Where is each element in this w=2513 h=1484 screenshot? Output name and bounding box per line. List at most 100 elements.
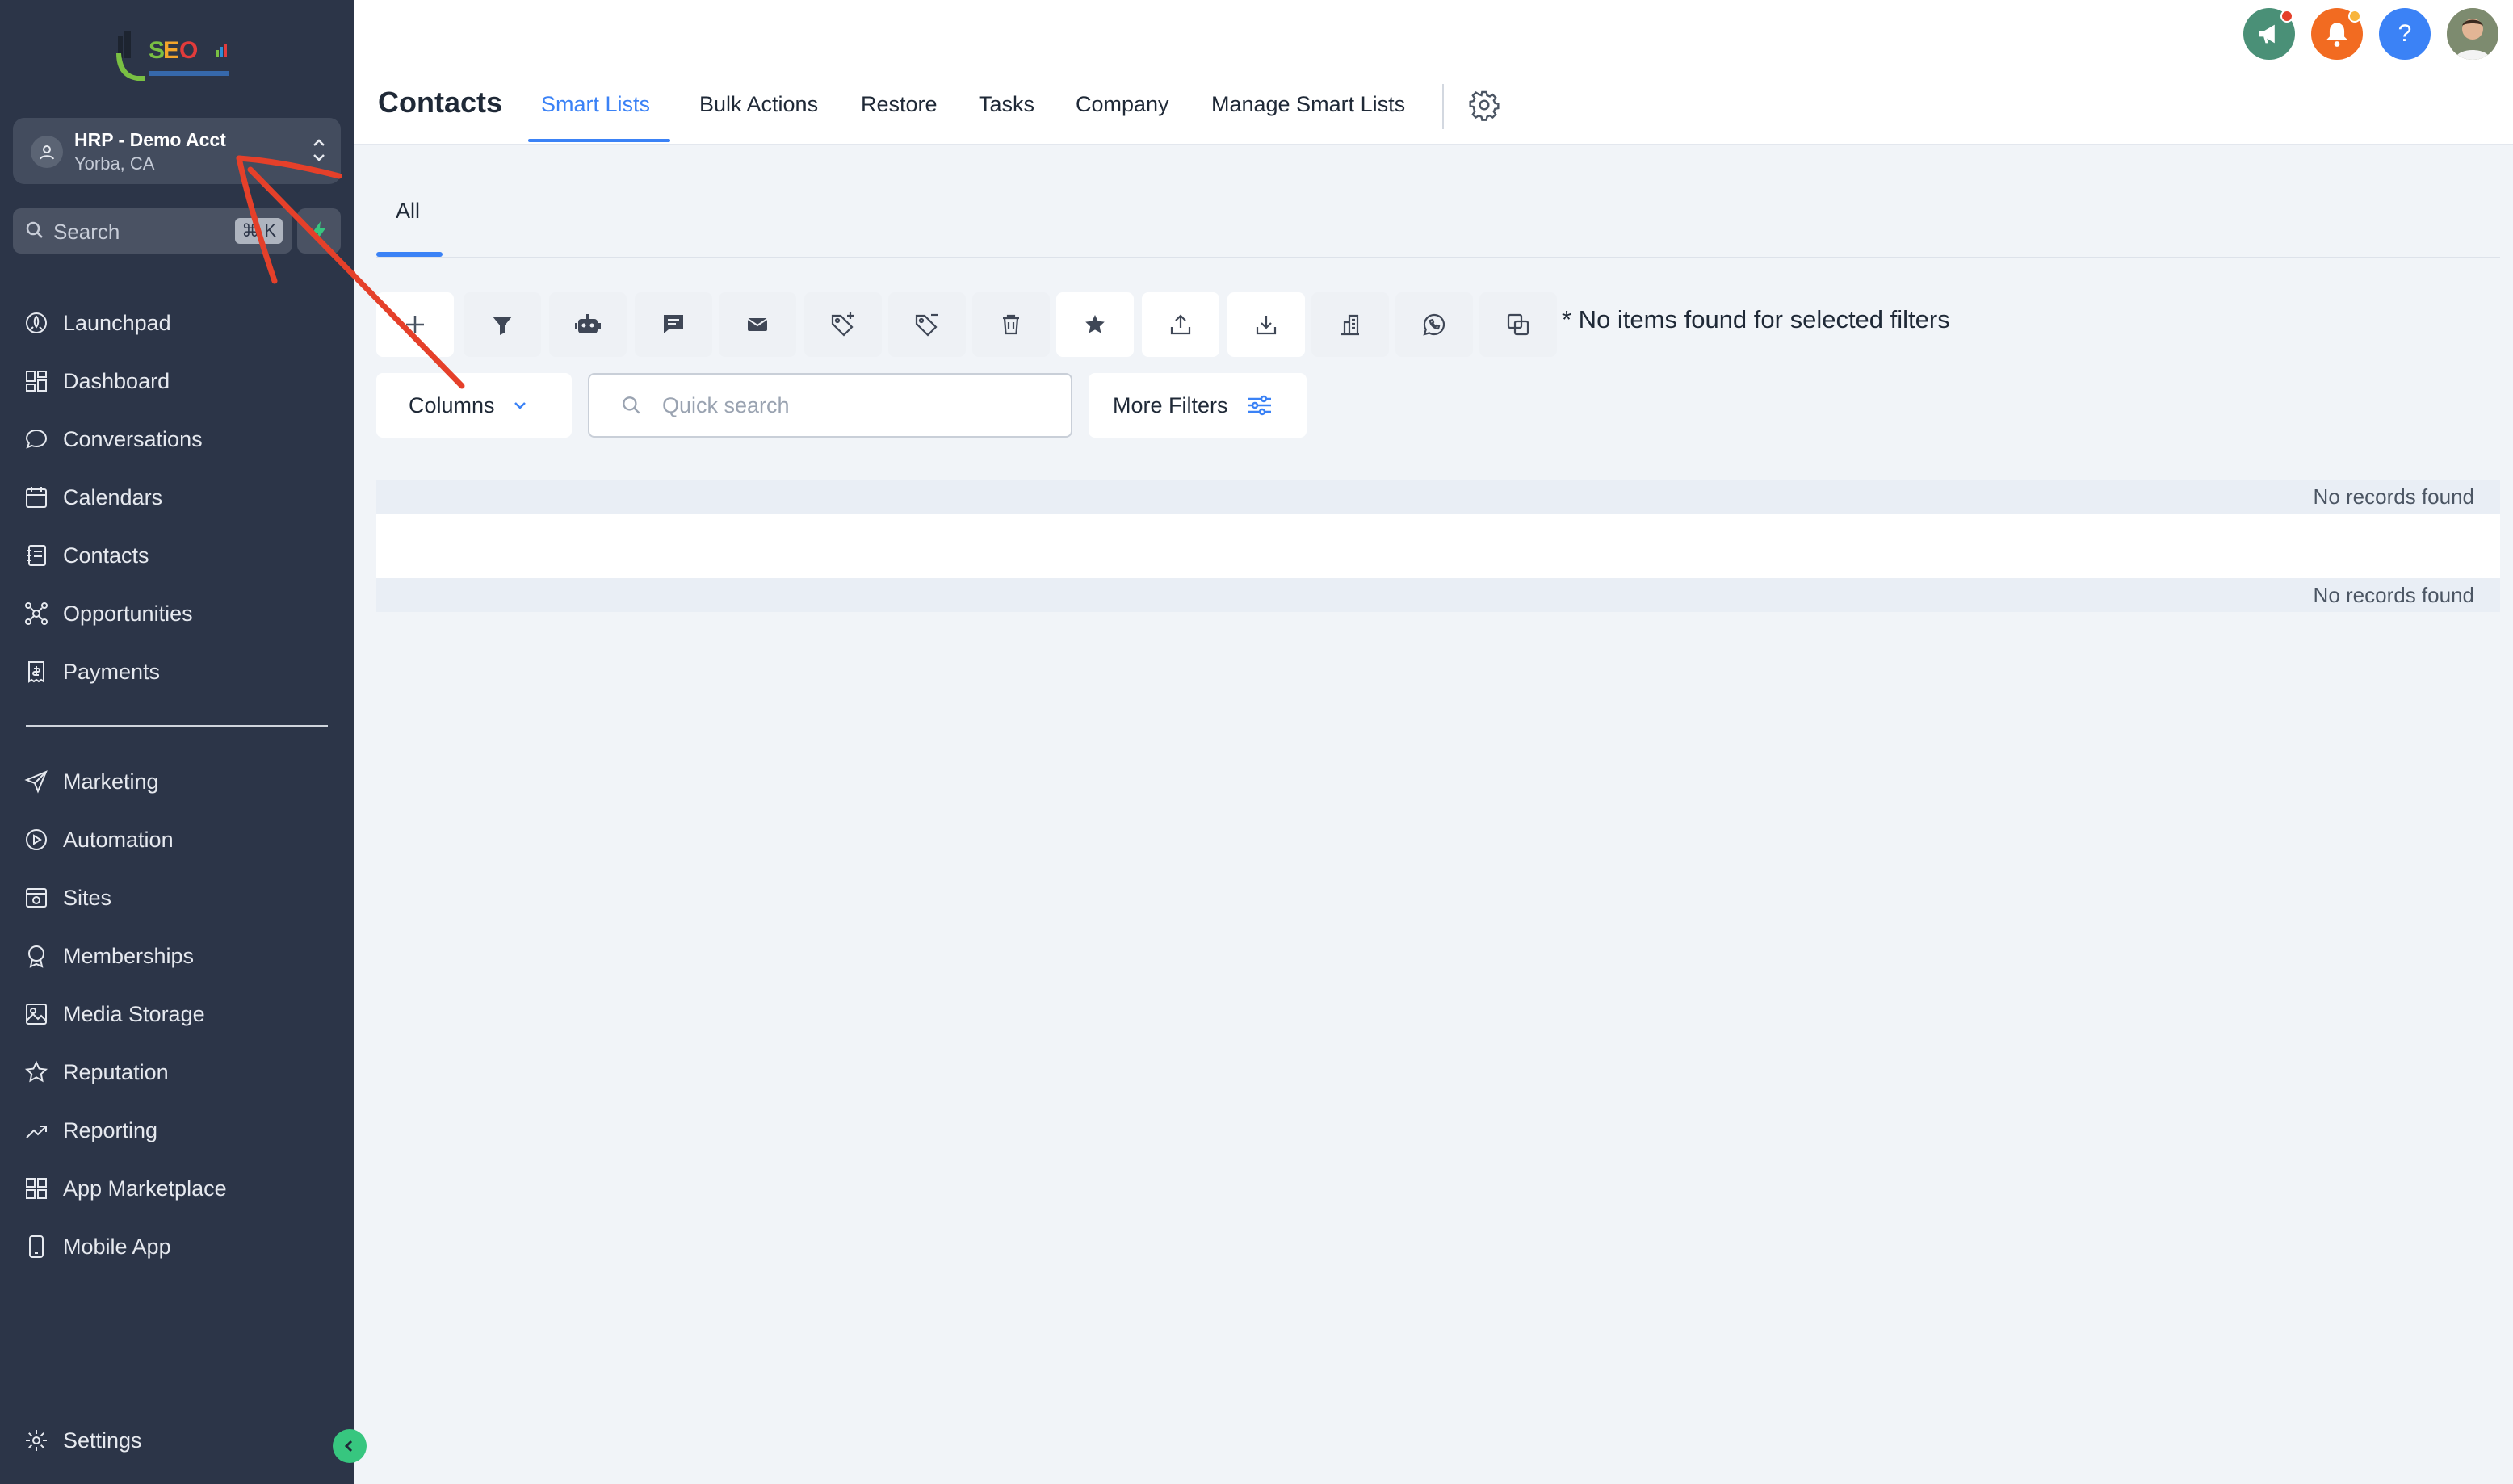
sidebar-item-label: Contacts <box>63 543 149 568</box>
sidebar-item-label: Media Storage <box>63 1001 205 1026</box>
star-icon <box>1085 315 1105 333</box>
import-button[interactable] <box>1227 292 1305 357</box>
sidebar-item-label: App Marketplace <box>63 1176 227 1201</box>
phone-icon <box>29 1235 44 1258</box>
notifications-button[interactable] <box>2311 8 2363 60</box>
sidebar-item-opportunities[interactable]: Opportunities <box>24 593 331 635</box>
merge-duplicates-button[interactable] <box>1479 292 1557 357</box>
tag-add-icon <box>831 312 854 337</box>
account-switcher[interactable]: HRP - Demo Acct Yorba, CA <box>13 118 341 184</box>
columns-label: Columns <box>409 392 495 417</box>
sidebar-item-reporting[interactable]: Reporting <box>24 1109 331 1151</box>
more-filters-label: More Filters <box>1113 392 1228 417</box>
quick-actions-button[interactable] <box>297 208 341 254</box>
avatar-photo-icon <box>2447 8 2498 60</box>
add-to-company-button[interactable] <box>1311 292 1389 357</box>
tab-restore[interactable]: Restore <box>861 92 938 117</box>
sidebar-item-contacts[interactable]: Contacts <box>24 534 331 576</box>
add-to-workflow-button[interactable] <box>549 292 627 357</box>
search-shortcut: ⌘ K <box>235 218 283 244</box>
quick-search-input[interactable] <box>661 392 1048 419</box>
filter-button[interactable] <box>464 292 541 357</box>
send-email-button[interactable] <box>719 292 796 357</box>
grid-icon <box>26 371 47 392</box>
chevron-updown-icon <box>310 132 328 172</box>
tab-smart-lists[interactable]: Smart Lists <box>541 92 650 117</box>
contact-book-icon <box>27 545 46 566</box>
megaphone-icon <box>2259 24 2275 44</box>
sidebar: S E O HRP - Demo Acct Yorba, CA Search ⌘… <box>0 0 354 1484</box>
gear-icon <box>1469 90 1500 121</box>
help-button[interactable]: ? <box>2379 8 2431 60</box>
add-contact-button[interactable] <box>376 292 454 357</box>
play-circle-icon <box>26 829 47 850</box>
sidebar-item-label: Payments <box>63 659 161 684</box>
sidebar-item-memberships[interactable]: Memberships <box>24 935 331 977</box>
user-avatar[interactable] <box>2447 8 2498 60</box>
location-user-icon <box>31 136 63 168</box>
account-name: HRP - Demo Acct <box>74 129 226 150</box>
subtab-all[interactable]: All <box>396 199 420 224</box>
quick-search-field[interactable] <box>588 373 1072 438</box>
sidebar-item-payments[interactable]: Payments <box>24 651 331 693</box>
company-logo[interactable]: S E O <box>113 29 242 86</box>
message-icon <box>664 315 683 333</box>
upload-icon <box>1170 314 1191 335</box>
sidebar-item-label: Calendars <box>63 484 163 509</box>
apps-icon <box>26 1178 47 1199</box>
star-button[interactable] <box>1056 292 1134 357</box>
more-filters-button[interactable]: More Filters <box>1089 373 1307 438</box>
sidebar-item-marketing[interactable]: Marketing <box>24 761 331 803</box>
whatsapp-button[interactable] <box>1395 292 1473 357</box>
sidebar-item-label: Launchpad <box>63 310 171 335</box>
trend-icon <box>26 1126 47 1138</box>
announcement-dot <box>2280 10 2293 23</box>
badge-icon <box>28 945 44 968</box>
table-empty-row: No records found <box>376 578 2500 612</box>
header-divider <box>1442 84 1444 129</box>
gear-icon <box>26 1430 47 1451</box>
active-tab-indicator <box>528 139 670 142</box>
sidebar-item-dashboard[interactable]: Dashboard <box>24 360 331 402</box>
sidebar-item-app-marketplace[interactable]: App Marketplace <box>24 1167 331 1209</box>
sidebar-item-conversations[interactable]: Conversations <box>24 418 331 460</box>
no-items-message: * No items found for selected filters <box>1562 305 1950 333</box>
sidebar-item-reputation[interactable]: Reputation <box>24 1051 331 1093</box>
sidebar-item-calendars[interactable]: Calendars <box>24 476 331 518</box>
remove-tag-button[interactable] <box>888 292 966 357</box>
sidebar-item-sites[interactable]: Sites <box>24 877 331 919</box>
sidebar-search[interactable]: Search ⌘ K <box>13 208 292 254</box>
search-placeholder: Search <box>53 220 120 244</box>
sidebar-item-label: Settings <box>63 1427 142 1453</box>
copy-icon <box>1507 313 1529 336</box>
tab-company[interactable]: Company <box>1076 92 1169 117</box>
annotation-arrow <box>236 155 465 389</box>
export-button[interactable] <box>1142 292 1219 357</box>
sidebar-item-label: Reporting <box>63 1117 158 1142</box>
sidebar-item-launchpad[interactable]: Launchpad <box>24 302 331 344</box>
sidebar-item-mobile-app[interactable]: Mobile App <box>24 1226 331 1268</box>
sidebar-item-media-storage[interactable]: Media Storage <box>24 993 331 1035</box>
send-sms-button[interactable] <box>635 292 712 357</box>
svg-text:S: S <box>149 37 165 64</box>
collapse-sidebar-button[interactable] <box>333 1429 367 1463</box>
table-body <box>376 514 2500 578</box>
sidebar-item-automation[interactable]: Automation <box>24 819 331 861</box>
subtab-divider <box>376 257 2500 258</box>
sidebar-item-settings[interactable]: Settings <box>24 1419 331 1461</box>
sidebar-item-label: Reputation <box>63 1059 169 1084</box>
account-location: Yorba, CA <box>74 153 155 174</box>
add-tag-button[interactable] <box>804 292 882 357</box>
lightning-icon <box>313 221 325 241</box>
tab-tasks[interactable]: Tasks <box>979 92 1034 117</box>
delete-button[interactable] <box>972 292 1050 357</box>
columns-dropdown[interactable]: Columns <box>376 373 572 438</box>
settings-gear-button[interactable] <box>1468 89 1500 125</box>
tab-bulk-actions[interactable]: Bulk Actions <box>699 92 818 117</box>
tag-remove-icon <box>915 313 938 337</box>
chevron-down-icon <box>514 402 526 409</box>
no-records-text: No records found <box>2313 484 2474 509</box>
sidebar-item-label: Mobile App <box>63 1234 171 1259</box>
announcements-button[interactable] <box>2243 8 2295 60</box>
tab-manage-smart-lists[interactable]: Manage Smart Lists <box>1211 92 1405 117</box>
